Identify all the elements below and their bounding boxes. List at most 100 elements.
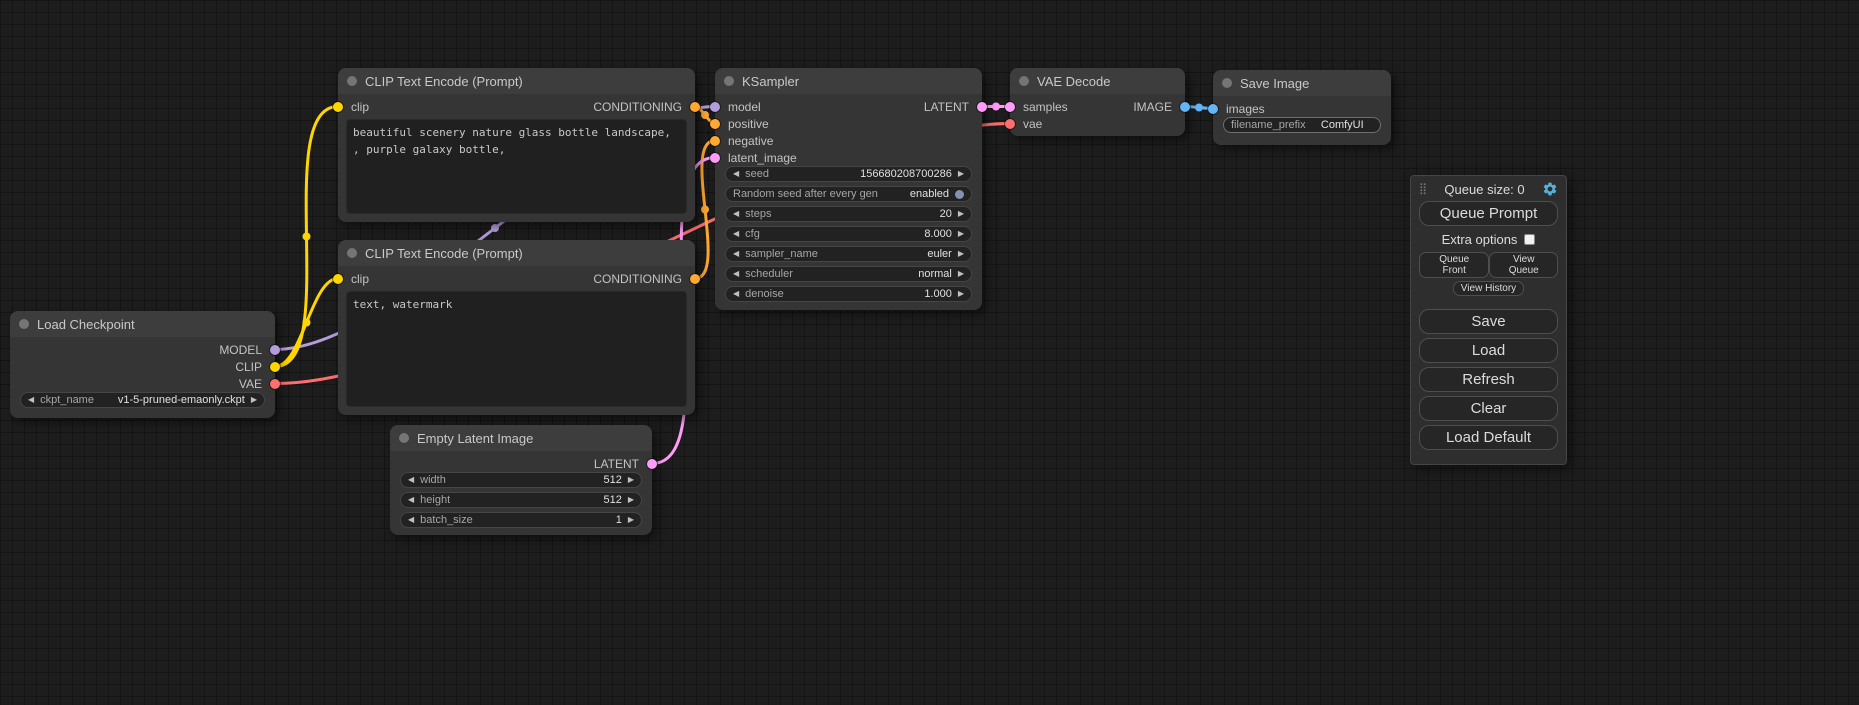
load-button[interactable]: Load [1419,338,1558,363]
increment-arrow-icon[interactable]: ▶ [628,476,634,484]
collapse-dot[interactable] [347,248,357,258]
widget-batch_size[interactable]: ◀batch_size1▶ [400,512,642,528]
input-socket-vae[interactable] [1005,119,1015,129]
node-clip-positive[interactable]: CLIP Text Encode (Prompt)clipCONDITIONIN… [338,68,695,222]
collapse-dot[interactable] [1222,78,1232,88]
node-empty-latent[interactable]: Empty Latent ImageLATENT◀width512▶◀heigh… [390,425,652,535]
increment-arrow-icon[interactable]: ▶ [958,230,964,238]
node-graph-canvas[interactable]: Load CheckpointMODELCLIPVAE◀ckpt_namev1-… [0,0,1859,705]
decrement-arrow-icon[interactable]: ◀ [733,270,739,278]
save-button[interactable]: Save [1419,309,1558,334]
output-socket-MODEL[interactable] [270,345,280,355]
input-socket-clip[interactable] [333,102,343,112]
node-title-bar[interactable]: Save Image [1213,70,1391,96]
node-title-bar[interactable]: CLIP Text Encode (Prompt) [338,240,695,266]
link-midpoint-dot [491,224,499,232]
widget-width[interactable]: ◀width512▶ [400,472,642,488]
decrement-arrow-icon[interactable]: ◀ [733,170,739,178]
queue-front-button[interactable]: Queue Front [1419,252,1489,278]
node-vae-decode[interactable]: VAE DecodesamplesvaeIMAGE [1010,68,1185,136]
widget-height[interactable]: ◀height512▶ [400,492,642,508]
input-socket-samples[interactable] [1005,102,1015,112]
widget-value: v1-5-pruned-emaonly.ckpt [100,394,245,406]
widget-sampler_name[interactable]: ◀sampler_nameeuler▶ [725,246,972,262]
node-ksampler[interactable]: KSamplermodelpositivenegativelatent_imag… [715,68,982,310]
view-history-button[interactable]: View History [1453,281,1524,296]
output-label-LATENT: LATENT [924,99,969,115]
decrement-arrow-icon[interactable]: ◀ [733,230,739,238]
node-title-bar[interactable]: KSampler [715,68,982,94]
extra-options-checkbox[interactable] [1524,234,1535,245]
decrement-arrow-icon[interactable]: ◀ [733,290,739,298]
drag-handle-icon[interactable]: ⣿ [1419,184,1427,195]
collapse-dot[interactable] [399,433,409,443]
collapse-dot[interactable] [724,76,734,86]
output-socket-CONDITIONING[interactable] [690,274,700,284]
decrement-arrow-icon[interactable]: ◀ [28,396,34,404]
output-socket-LATENT[interactable] [647,459,657,469]
output-socket-IMAGE[interactable] [1180,102,1190,112]
output-label-MODEL: MODEL [219,342,262,358]
input-socket-model[interactable] [710,102,720,112]
decrement-arrow-icon[interactable]: ◀ [408,516,414,524]
decrement-arrow-icon[interactable]: ◀ [733,250,739,258]
input-socket-images[interactable] [1208,104,1218,114]
refresh-button[interactable]: Refresh [1419,367,1558,392]
increment-arrow-icon[interactable]: ▶ [958,210,964,218]
node-save-image[interactable]: Save Imageimagesfilename_prefixComfyUI [1213,70,1391,145]
widget-scheduler[interactable]: ◀schedulernormal▶ [725,266,972,282]
widget-label: steps [745,208,771,220]
input-socket-clip[interactable] [333,274,343,284]
widget-random-seed-after-every-gen[interactable]: Random seed after every genenabled [725,186,972,202]
prompt-textarea[interactable] [346,119,687,214]
increment-arrow-icon[interactable]: ▶ [958,270,964,278]
output-socket-LATENT[interactable] [977,102,987,112]
node-title-bar[interactable]: Load Checkpoint [10,311,275,337]
collapse-dot[interactable] [19,319,29,329]
widget-value: 512 [456,494,622,506]
prompt-textarea[interactable] [346,291,687,407]
view-queue-button[interactable]: View Queue [1489,252,1558,278]
increment-arrow-icon[interactable]: ▶ [958,170,964,178]
clear-button[interactable]: Clear [1419,396,1558,421]
node-title-bar[interactable]: Empty Latent Image [390,425,652,451]
queue-prompt-button[interactable]: Queue Prompt [1419,201,1558,226]
output-socket-VAE[interactable] [270,379,280,389]
load-default-button[interactable]: Load Default [1419,425,1558,450]
node-load-checkpoint[interactable]: Load CheckpointMODELCLIPVAE◀ckpt_namev1-… [10,311,275,418]
widget-value: normal [799,268,952,280]
queue-panel-header: ⣿ Queue size: 0 [1419,181,1558,197]
input-label-model: model [728,99,761,115]
decrement-arrow-icon[interactable]: ◀ [733,210,739,218]
increment-arrow-icon[interactable]: ▶ [628,516,634,524]
link-midpoint-dot [303,319,311,327]
toggle-indicator-icon[interactable] [955,190,964,199]
node-title-bar[interactable]: CLIP Text Encode (Prompt) [338,68,695,94]
decrement-arrow-icon[interactable]: ◀ [408,476,414,484]
queue-panel: ⣿ Queue size: 0 Queue Prompt Extra optio… [1410,175,1567,465]
widget-steps[interactable]: ◀steps20▶ [725,206,972,222]
input-socket-latent_image[interactable] [710,153,720,163]
input-label-negative: negative [728,133,773,149]
node-clip-negative[interactable]: CLIP Text Encode (Prompt)clipCONDITIONIN… [338,240,695,415]
widget-denoise[interactable]: ◀denoise1.000▶ [725,286,972,302]
widget-value: 1.000 [790,288,952,300]
increment-arrow-icon[interactable]: ▶ [251,396,257,404]
increment-arrow-icon[interactable]: ▶ [628,496,634,504]
increment-arrow-icon[interactable]: ▶ [958,250,964,258]
increment-arrow-icon[interactable]: ▶ [958,290,964,298]
widget-ckpt_name[interactable]: ◀ckpt_namev1-5-pruned-emaonly.ckpt▶ [20,392,265,408]
settings-gear-icon[interactable] [1542,181,1558,197]
widget-seed[interactable]: ◀seed156680208700286▶ [725,166,972,182]
node-title-bar[interactable]: VAE Decode [1010,68,1185,94]
decrement-arrow-icon[interactable]: ◀ [408,496,414,504]
output-socket-CLIP[interactable] [270,362,280,372]
collapse-dot[interactable] [347,76,357,86]
input-socket-positive[interactable] [710,119,720,129]
widget-filename_prefix[interactable]: filename_prefixComfyUI [1223,117,1381,133]
node-title: Save Image [1240,76,1309,91]
widget-cfg[interactable]: ◀cfg8.000▶ [725,226,972,242]
collapse-dot[interactable] [1019,76,1029,86]
output-socket-CONDITIONING[interactable] [690,102,700,112]
input-socket-negative[interactable] [710,136,720,146]
